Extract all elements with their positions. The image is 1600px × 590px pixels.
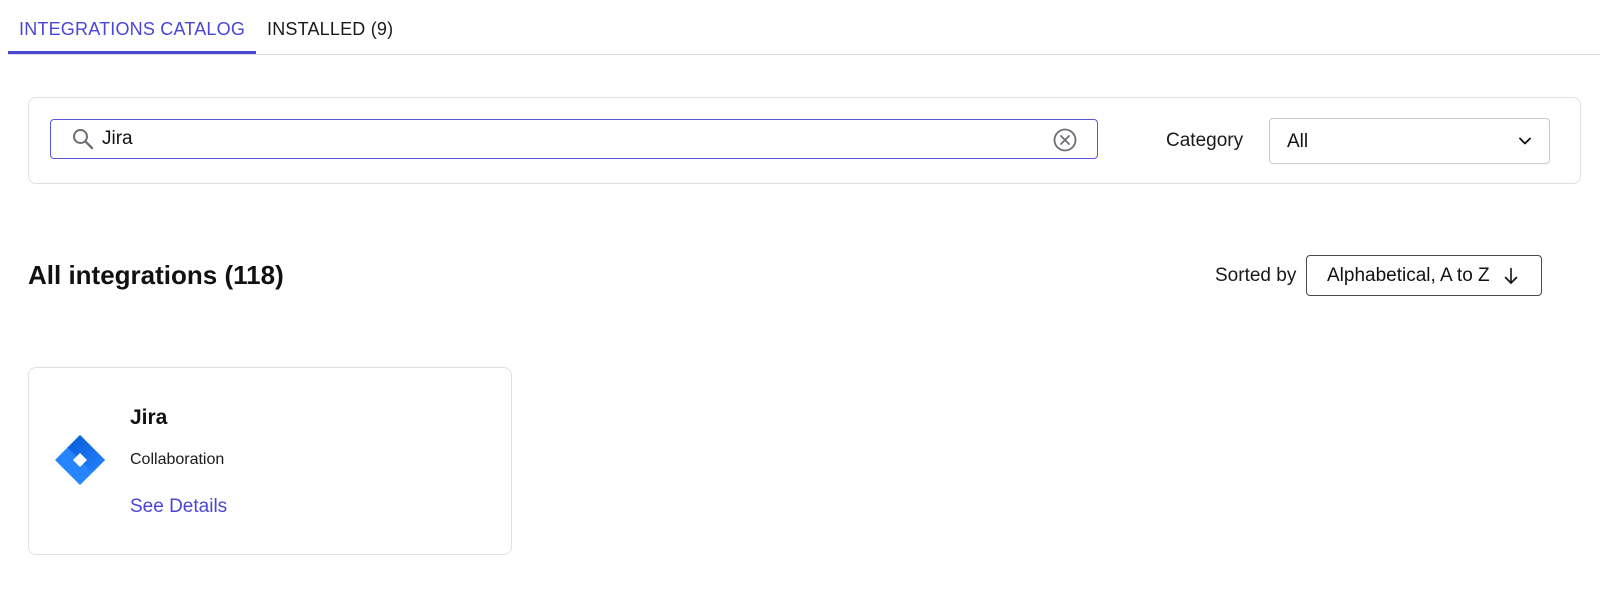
arrow-down-icon	[1503, 267, 1519, 285]
category-label: Category	[1166, 130, 1244, 151]
search-input[interactable]	[102, 120, 1002, 158]
clear-search-icon[interactable]	[1053, 128, 1077, 152]
category-select[interactable]: All	[1269, 118, 1550, 164]
page-title: All integrations (118)	[28, 260, 284, 290]
see-details-link[interactable]: See Details	[130, 496, 227, 518]
search-icon	[72, 128, 94, 150]
integration-name: Jira	[130, 406, 168, 429]
sort-button[interactable]: Alphabetical, A to Z	[1306, 255, 1542, 296]
tab-bar: INTEGRATIONS CATALOG INSTALLED (9)	[8, 0, 1600, 55]
sort-value: Alphabetical, A to Z	[1327, 265, 1490, 286]
integration-card: Jira Collaboration See Details	[28, 367, 512, 555]
filter-panel: Category All	[28, 97, 1581, 184]
search-field[interactable]	[50, 119, 1098, 159]
sorted-by-label: Sorted by	[1215, 265, 1297, 286]
tab-integrations-catalog[interactable]: INTEGRATIONS CATALOG	[8, 0, 257, 54]
integration-category: Collaboration	[130, 451, 225, 468]
chevron-down-icon	[1517, 133, 1533, 149]
jira-logo-icon	[53, 433, 107, 487]
tab-installed[interactable]: INSTALLED (9)	[256, 0, 404, 54]
category-selected-value: All	[1287, 131, 1309, 152]
